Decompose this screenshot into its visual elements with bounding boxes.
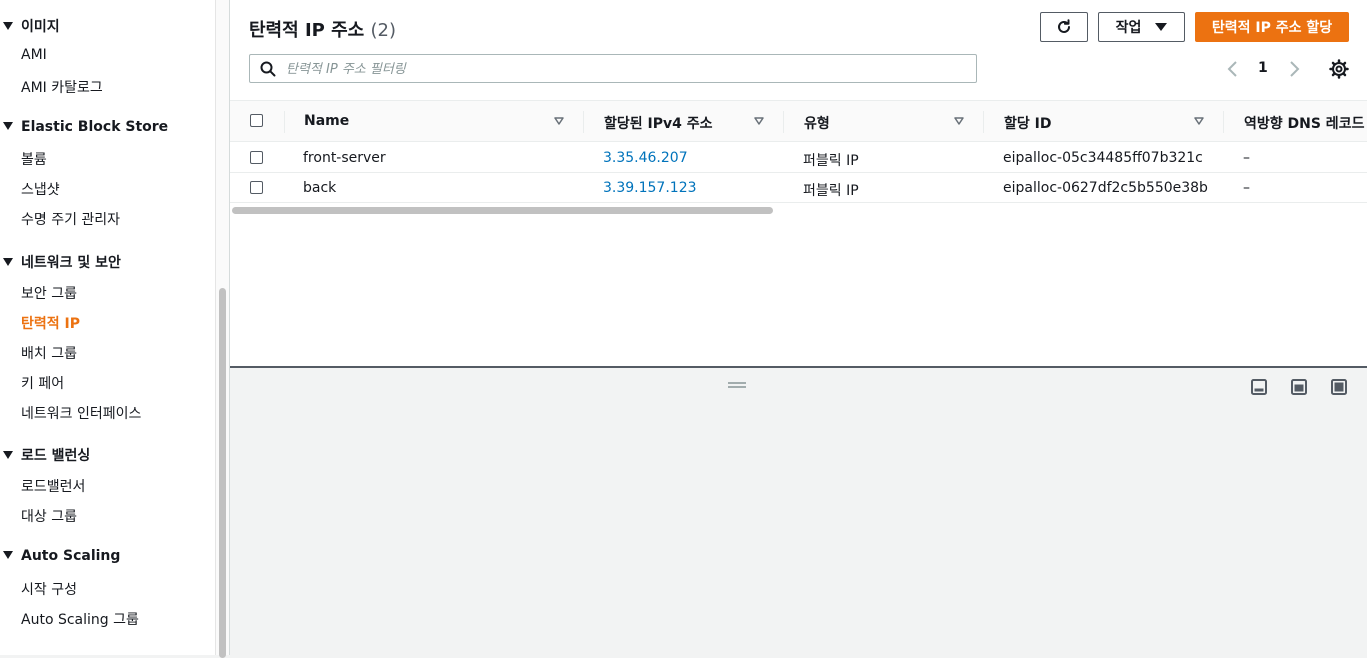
caret-down-icon (3, 551, 13, 559)
cell-type: 퍼블릭 IP (803, 183, 859, 199)
panel-full-icon[interactable] (1331, 379, 1347, 395)
cell-name: front-server (303, 150, 386, 166)
nav-item-load-balancers[interactable]: 로드밸런서 (21, 476, 85, 496)
sort-caret-icon[interactable] (1194, 117, 1204, 125)
cell-allocation-id: eipalloc-05c34485ff07b321c (1003, 150, 1203, 166)
panel-bottom-icon[interactable] (1251, 379, 1267, 395)
elastic-ip-table-panel: 탄력적 IP 주소 (2) 작업 탄력적 IP 주소 할당 1 (230, 0, 1367, 367)
nav-item-target-groups[interactable]: 대상 그룹 (21, 506, 77, 526)
column-header-reverse-dns[interactable]: 역방향 DNS 레코드 (1244, 113, 1364, 133)
nav-item-launch-configurations[interactable]: 시작 구성 (21, 579, 77, 599)
allocate-elastic-ip-button[interactable]: 탄력적 IP 주소 할당 (1195, 12, 1349, 42)
nav-item-ami[interactable]: AMI (21, 47, 47, 63)
chevron-right-icon[interactable] (1287, 60, 1301, 78)
page-title-text: 탄력적 IP 주소 (249, 20, 365, 41)
nav-group-label: Elastic Block Store (21, 119, 169, 135)
refresh-icon (1058, 19, 1070, 33)
column-header-type[interactable]: 유형 (804, 113, 830, 133)
column-header-name[interactable]: Name (304, 113, 349, 129)
cell-ipv4-link[interactable]: 3.35.46.207 (603, 150, 688, 166)
split-panel-divider[interactable] (230, 366, 1367, 368)
nav-item-volumes[interactable]: 볼륨 (21, 149, 47, 169)
nav-item-elastic-ip[interactable]: 탄력적 IP (21, 313, 80, 333)
chevron-left-icon[interactable] (1226, 60, 1240, 78)
table-horizontal-scrollbar[interactable] (230, 204, 1367, 216)
nav-item-snapshots[interactable]: 스냅샷 (21, 179, 60, 199)
panel-side-icon[interactable] (1291, 379, 1307, 395)
nav-group-label: 네트워크 및 보안 (21, 255, 121, 271)
cell-name: back (303, 180, 337, 196)
sidebar-scrollbar-thumb[interactable] (219, 288, 226, 658)
column-divider (583, 111, 584, 133)
row-checkbox[interactable] (250, 151, 263, 164)
cell-reverse-dns: – (1243, 180, 1250, 196)
caret-down-icon (3, 258, 13, 266)
sort-caret-icon[interactable] (554, 117, 564, 125)
current-page-number[interactable]: 1 (1258, 60, 1268, 76)
row-checkbox[interactable] (250, 181, 263, 194)
table-row[interactable]: front-server 3.35.46.207 퍼블릭 IP eipalloc… (230, 143, 1367, 173)
nav-group-auto-scaling[interactable]: Auto Scaling (0, 548, 120, 564)
caret-down-icon (1155, 23, 1168, 31)
column-divider (1223, 111, 1224, 133)
nav-item-lifecycle-manager[interactable]: 수명 주기 관리자 (21, 209, 120, 229)
nav-group-ebs[interactable]: Elastic Block Store (0, 119, 168, 135)
nav-group-images[interactable]: 이미지 (0, 16, 60, 36)
nav-group-label: 이미지 (21, 19, 60, 35)
column-divider (284, 111, 285, 133)
nav-group-label: 로드 밸런싱 (21, 448, 91, 464)
nav-item-ami-catalog[interactable]: AMI 카탈로그 (21, 77, 103, 97)
actions-label: 작업 (1115, 20, 1142, 36)
search-icon (260, 61, 276, 77)
page-title: 탄력적 IP 주소 (2) (249, 16, 396, 42)
table-scrollbar-thumb[interactable] (232, 207, 773, 214)
actions-dropdown-button[interactable]: 작업 (1098, 12, 1185, 42)
filter-input[interactable] (284, 59, 968, 80)
column-header-allocation-id[interactable]: 할당 ID (1004, 113, 1051, 133)
refresh-button[interactable] (1040, 12, 1088, 42)
nav-item-auto-scaling-groups[interactable]: Auto Scaling 그룹 (21, 609, 139, 629)
sort-caret-icon[interactable] (754, 117, 764, 125)
caret-down-icon (3, 122, 13, 130)
cell-reverse-dns: – (1243, 150, 1250, 166)
caret-down-icon (3, 451, 13, 459)
gear-icon[interactable] (1329, 59, 1349, 79)
select-all-checkbox[interactable] (250, 114, 263, 127)
drag-handle-icon[interactable] (728, 381, 746, 389)
nav-item-network-interfaces[interactable]: 네트워크 인터페이스 (21, 403, 141, 423)
column-divider (783, 111, 784, 133)
nav-group-network-security[interactable]: 네트워크 및 보안 (0, 252, 121, 272)
nav-item-placement-groups[interactable]: 배치 그룹 (21, 343, 77, 363)
nav-item-security-groups[interactable]: 보안 그룹 (21, 283, 77, 303)
nav-group-load-balancing[interactable]: 로드 밸런싱 (0, 445, 90, 465)
nav-group-label: Auto Scaling (21, 548, 121, 564)
table-row[interactable]: back 3.39.157.123 퍼블릭 IP eipalloc-0627df… (230, 173, 1367, 203)
column-divider (983, 111, 984, 133)
sidebar-scrollbar[interactable] (215, 0, 230, 658)
item-count: (2) (370, 20, 397, 41)
side-navigation: 이미지 AMI AMI 카탈로그 Elastic Block Store 볼륨 … (0, 0, 215, 655)
cell-type: 퍼블릭 IP (803, 153, 859, 169)
cell-ipv4-link[interactable]: 3.39.157.123 (603, 180, 697, 196)
column-header-ipv4[interactable]: 할당된 IPv4 주소 (604, 113, 713, 133)
table-header: Name 할당된 IPv4 주소 유형 할당 ID 역방향 DNS 레코드 (230, 100, 1367, 142)
caret-down-icon (3, 22, 13, 30)
sort-caret-icon[interactable] (954, 117, 964, 125)
cell-allocation-id: eipalloc-0627df2c5b550e38b (1003, 180, 1208, 196)
nav-item-key-pairs[interactable]: 키 페어 (21, 373, 64, 393)
filter-search-box[interactable] (249, 54, 977, 83)
